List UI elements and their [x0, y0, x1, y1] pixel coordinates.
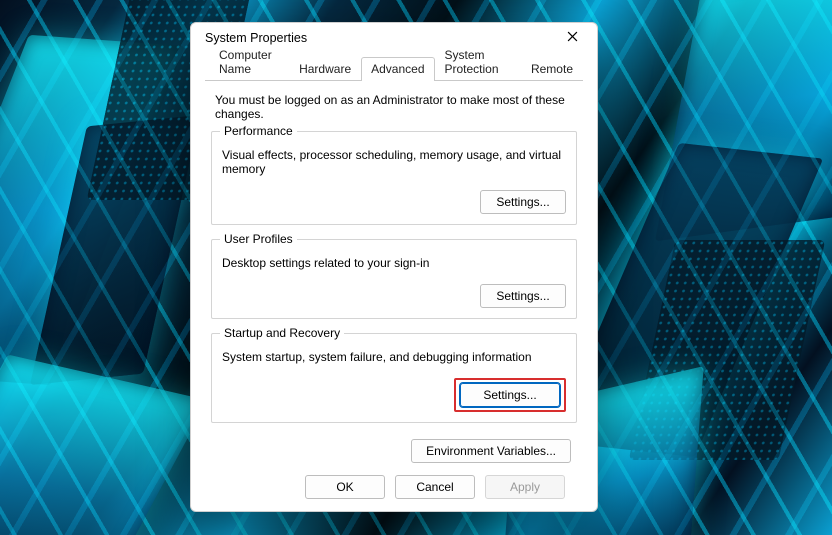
- close-button[interactable]: [551, 24, 593, 52]
- group-performance-desc: Visual effects, processor scheduling, me…: [222, 148, 566, 176]
- ok-button[interactable]: OK: [305, 475, 385, 499]
- group-startup-recovery: Startup and Recovery System startup, sys…: [211, 333, 577, 423]
- group-performance-legend: Performance: [220, 124, 297, 138]
- tab-remote[interactable]: Remote: [521, 57, 583, 81]
- group-startup-recovery-desc: System startup, system failure, and debu…: [222, 350, 566, 364]
- tab-page-advanced: You must be logged on as an Administrato…: [205, 81, 583, 499]
- performance-settings-button[interactable]: Settings...: [480, 190, 566, 214]
- admin-note: You must be logged on as an Administrato…: [215, 93, 577, 121]
- startup-recovery-settings-button[interactable]: Settings...: [460, 383, 560, 407]
- user-profiles-settings-button[interactable]: Settings...: [480, 284, 566, 308]
- group-user-profiles: User Profiles Desktop settings related t…: [211, 239, 577, 319]
- tab-system-protection[interactable]: System Protection: [435, 43, 521, 81]
- system-properties-dialog: System Properties Computer Name Hardware…: [190, 22, 598, 512]
- group-startup-recovery-legend: Startup and Recovery: [220, 326, 344, 340]
- dialog-button-row: OK Cancel Apply: [211, 463, 577, 499]
- group-user-profiles-legend: User Profiles: [220, 232, 297, 246]
- group-user-profiles-desc: Desktop settings related to your sign-in: [222, 256, 566, 270]
- group-performance: Performance Visual effects, processor sc…: [211, 131, 577, 225]
- tab-advanced[interactable]: Advanced: [361, 57, 434, 81]
- close-icon: [567, 31, 578, 45]
- tab-computer-name[interactable]: Computer Name: [209, 43, 289, 81]
- environment-variables-button[interactable]: Environment Variables...: [411, 439, 571, 463]
- apply-button[interactable]: Apply: [485, 475, 565, 499]
- tab-hardware[interactable]: Hardware: [289, 57, 361, 81]
- cancel-button[interactable]: Cancel: [395, 475, 475, 499]
- tabstrip: Computer Name Hardware Advanced System P…: [205, 57, 583, 81]
- startup-settings-highlight: Settings...: [454, 378, 566, 412]
